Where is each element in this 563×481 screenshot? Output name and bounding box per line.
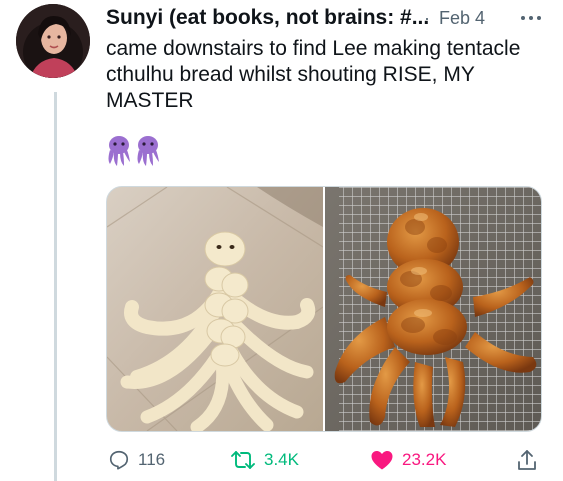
retweet-icon <box>231 451 255 469</box>
author-name[interactable]: Sunyi (eat books, not brains: #... <box>106 6 429 30</box>
tweet-media[interactable] <box>106 186 542 432</box>
octopus-emoji-pair <box>108 136 159 166</box>
tweet-date[interactable]: Feb 4 <box>439 8 485 29</box>
media-photo-raw-dough[interactable] <box>107 187 324 431</box>
reply-button[interactable]: 116 <box>108 445 165 475</box>
octopus-emoji-icon <box>137 136 159 166</box>
tweet-text-line: came downstairs to find Lee making tenta… <box>106 37 521 60</box>
like-button[interactable]: 23.2K <box>370 445 446 475</box>
share-button[interactable] <box>516 445 538 475</box>
avatar-photo <box>16 4 90 78</box>
like-count: 23.2K <box>402 450 447 469</box>
baked-octopus-bread-photo <box>325 187 541 431</box>
reply-count: 116 <box>138 450 166 469</box>
heart-icon <box>371 451 393 470</box>
tweet-actions: 116 3.4K 23.2K <box>106 445 546 475</box>
retweet-button[interactable]: 3.4K <box>230 445 299 475</box>
avatar[interactable] <box>16 4 90 78</box>
thread-line <box>54 92 57 481</box>
more-options-button[interactable] <box>516 6 546 30</box>
raw-braided-dough-octopus-photo <box>107 187 324 431</box>
media-photo-baked-bread[interactable] <box>325 187 541 431</box>
octopus-emoji-icon <box>108 136 130 166</box>
more-dots-icon <box>521 16 541 20</box>
emoji-row <box>106 134 162 168</box>
tweet-text: came downstairs to find Lee making tenta… <box>106 36 546 114</box>
tweet-header: Sunyi (eat books, not brains: #... · Feb… <box>106 6 551 32</box>
reply-icon <box>109 450 129 470</box>
retweet-count: 3.4K <box>264 450 299 469</box>
tweet-text-line: cthulhu bread whilst shouting RISE, MY <box>106 63 475 86</box>
tweet-text-line: MASTER <box>106 89 194 112</box>
separator-dot: · <box>424 8 430 28</box>
share-icon <box>518 450 536 470</box>
